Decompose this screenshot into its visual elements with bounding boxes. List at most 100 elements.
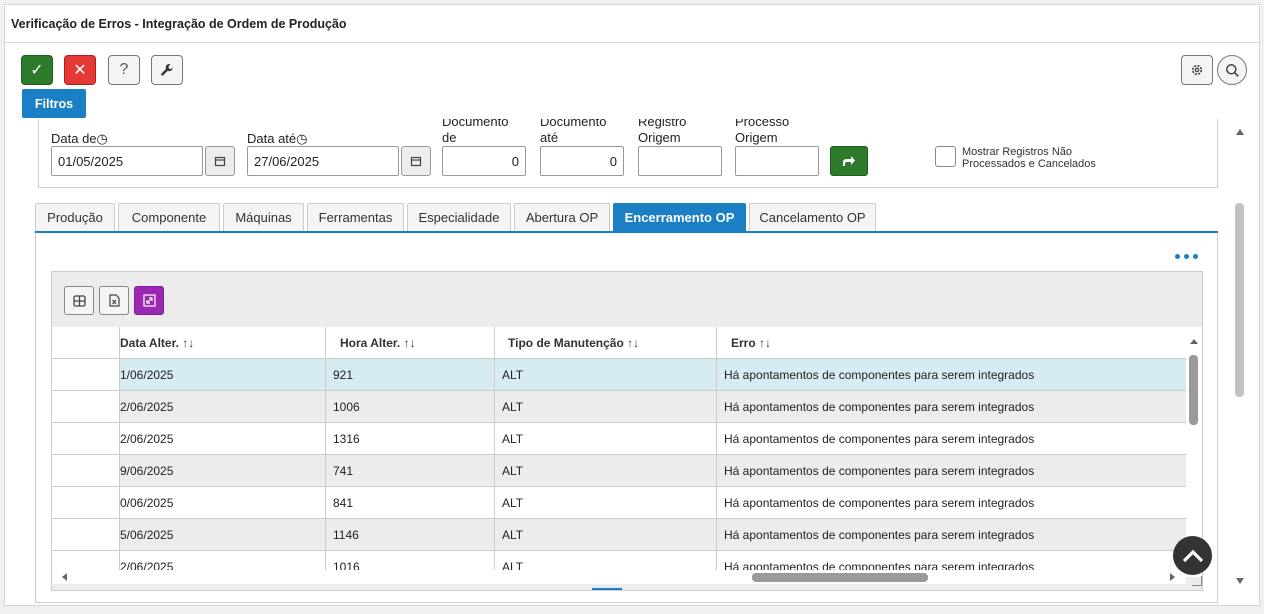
scroll-thumb[interactable] xyxy=(1235,203,1244,397)
pagination-indicator[interactable] xyxy=(592,588,622,590)
help-button[interactable]: ? xyxy=(108,55,140,85)
cell-erro: Há apontamentos de componentes para sere… xyxy=(724,463,1035,478)
scroll-to-top-button[interactable] xyxy=(1173,536,1212,575)
scroll-right-arrow[interactable] xyxy=(1170,573,1175,581)
main-window: Verificação de Erros - Integração de Ord… xyxy=(4,4,1260,606)
tab-producao[interactable]: Produção xyxy=(35,203,115,231)
filters-panel: Data de◷ 01/05/2025 Data até◷ 27/06/2025… xyxy=(38,119,1218,188)
column-header-tipo-manutencao[interactable]: Tipo de Manutenção ↑↓ xyxy=(495,327,717,359)
cell-hora-alter: 1316 xyxy=(326,423,495,454)
check-icon: ✓ xyxy=(30,62,44,79)
origin-process-input[interactable] xyxy=(735,146,819,176)
confirm-button[interactable]: ✓ xyxy=(21,55,53,85)
cell-data-alter: 2/06/2025 xyxy=(120,423,326,454)
chevron-up-icon xyxy=(1182,549,1203,562)
cell-erro: Há apontamentos de componentes para sere… xyxy=(724,399,1035,414)
page-vertical-scrollbar[interactable] xyxy=(1230,121,1250,601)
column-header-data-alter[interactable]: Data Alter. ↑↓ xyxy=(120,327,326,359)
excel-file-icon xyxy=(108,294,120,307)
table-row[interactable]: 0/06/2025 841 ALT Há apontamentos de com… xyxy=(52,487,1186,519)
more-options-icon[interactable] xyxy=(1175,254,1198,259)
grid-horizontal-scrollbar[interactable] xyxy=(52,570,1186,584)
date-to-input[interactable]: 27/06/2025 xyxy=(247,146,399,176)
wrench-icon xyxy=(161,63,173,76)
data-grid: Data Alter. ↑↓ Hora Alter. ↑↓ Tipo de Ma… xyxy=(51,271,1203,591)
tab-cancelamento-op[interactable]: Cancelamento OP xyxy=(749,203,876,231)
search-button[interactable] xyxy=(1217,55,1247,85)
row-selector[interactable] xyxy=(52,455,120,486)
table-row[interactable]: 9/06/2025 741 ALT Há apontamentos de com… xyxy=(52,455,1186,487)
document-from-label: Documento de xyxy=(442,119,509,145)
date-to-label: Data até◷ xyxy=(247,131,308,146)
row-selector[interactable] xyxy=(52,487,120,518)
tab-componente[interactable]: Componente xyxy=(118,203,220,231)
grid-scroll-up-arrow[interactable] xyxy=(1190,339,1198,344)
grid-layout-button[interactable] xyxy=(64,286,94,315)
show-unprocessed-label: Mostrar Registros Não Processados e Canc… xyxy=(962,146,1096,170)
arrow-forward-icon xyxy=(843,156,855,166)
cell-hora-alter: 1146 xyxy=(326,519,495,550)
clock-icon: ◷ xyxy=(296,131,308,146)
cell-tipo: ALT xyxy=(495,487,717,518)
origin-record-input[interactable] xyxy=(638,146,722,176)
apply-filter-button[interactable] xyxy=(830,146,868,176)
tab-ferramentas[interactable]: Ferramentas xyxy=(307,203,404,231)
table-row[interactable]: 2/06/2025 1316 ALT Há apontamentos de co… xyxy=(52,423,1186,455)
search-icon xyxy=(1225,63,1239,77)
cell-hora-alter: 741 xyxy=(326,455,495,486)
scroll-left-arrow[interactable] xyxy=(62,573,67,581)
resize-handle-icon[interactable] xyxy=(1192,576,1202,586)
filters-toggle[interactable]: Filtros xyxy=(22,89,86,118)
date-from-label: Data de◷ xyxy=(51,131,108,146)
grid-scroll-thumb[interactable] xyxy=(1189,355,1198,425)
settings-button[interactable] xyxy=(1181,55,1213,85)
gear-icon xyxy=(1191,64,1203,76)
grid-hscroll-thumb[interactable] xyxy=(752,573,928,582)
tab-especialidade[interactable]: Especialidade xyxy=(407,203,511,231)
table-row[interactable]: 5/06/2025 1146 ALT Há apontamentos de co… xyxy=(52,519,1186,551)
column-header-erro[interactable]: Erro ↑↓ xyxy=(717,327,1186,359)
date-from-input[interactable]: 01/05/2025 xyxy=(51,146,203,176)
table-row[interactable]: 1/06/2025 921 ALT Há apontamentos de com… xyxy=(52,359,1186,391)
calendar-icon xyxy=(410,156,422,167)
cell-hora-alter: 921 xyxy=(326,359,495,390)
cell-tipo: ALT xyxy=(495,359,717,390)
show-unprocessed-checkbox[interactable] xyxy=(935,146,956,167)
row-selector[interactable] xyxy=(52,391,120,422)
row-selector[interactable] xyxy=(52,359,120,390)
date-to-calendar-button[interactable] xyxy=(401,146,431,176)
tab-abertura-op[interactable]: Abertura OP xyxy=(514,203,610,231)
tab-maquinas[interactable]: Máquinas xyxy=(223,203,304,231)
clock-icon: ◷ xyxy=(96,131,108,146)
cell-erro: Há apontamentos de componentes para sere… xyxy=(724,367,1035,382)
cancel-button[interactable]: ✕ xyxy=(64,55,96,85)
cell-tipo: ALT xyxy=(495,455,717,486)
row-selector[interactable] xyxy=(52,519,120,550)
cell-tipo: ALT xyxy=(495,423,717,454)
window-title: Verificação de Erros - Integração de Ord… xyxy=(5,5,1259,43)
document-from-input[interactable]: 0 xyxy=(442,146,526,176)
column-header-hora-alter[interactable]: Hora Alter. ↑↓ xyxy=(326,327,495,359)
table-row[interactable]: 2/06/2025 1006 ALT Há apontamentos de co… xyxy=(52,391,1186,423)
cell-data-alter: 1/06/2025 xyxy=(120,359,326,390)
scroll-down-arrow[interactable] xyxy=(1236,578,1244,584)
row-header-column xyxy=(52,327,120,359)
document-to-label: Documento até xyxy=(540,119,607,145)
cell-erro: Há apontamentos de componentes para sere… xyxy=(724,527,1035,542)
origin-record-label: Registro Origem xyxy=(638,119,687,145)
document-to-input[interactable]: 0 xyxy=(540,146,624,176)
cell-data-alter: 0/06/2025 xyxy=(120,487,326,518)
close-icon: ✕ xyxy=(73,62,87,79)
expand-icon xyxy=(142,294,156,307)
row-selector[interactable] xyxy=(52,423,120,454)
tab-encerramento-op[interactable]: Encerramento OP xyxy=(613,203,746,231)
scroll-up-arrow[interactable] xyxy=(1236,129,1244,135)
tools-button[interactable] xyxy=(151,55,183,85)
tab-bar: Produção Componente Máquinas Ferramentas… xyxy=(35,203,879,231)
date-from-calendar-button[interactable] xyxy=(205,146,235,176)
grid-icon xyxy=(72,294,86,307)
cell-hora-alter: 1006 xyxy=(326,391,495,422)
cell-tipo: ALT xyxy=(495,519,717,550)
expand-grid-button[interactable] xyxy=(134,286,164,315)
export-excel-button[interactable] xyxy=(99,286,129,315)
